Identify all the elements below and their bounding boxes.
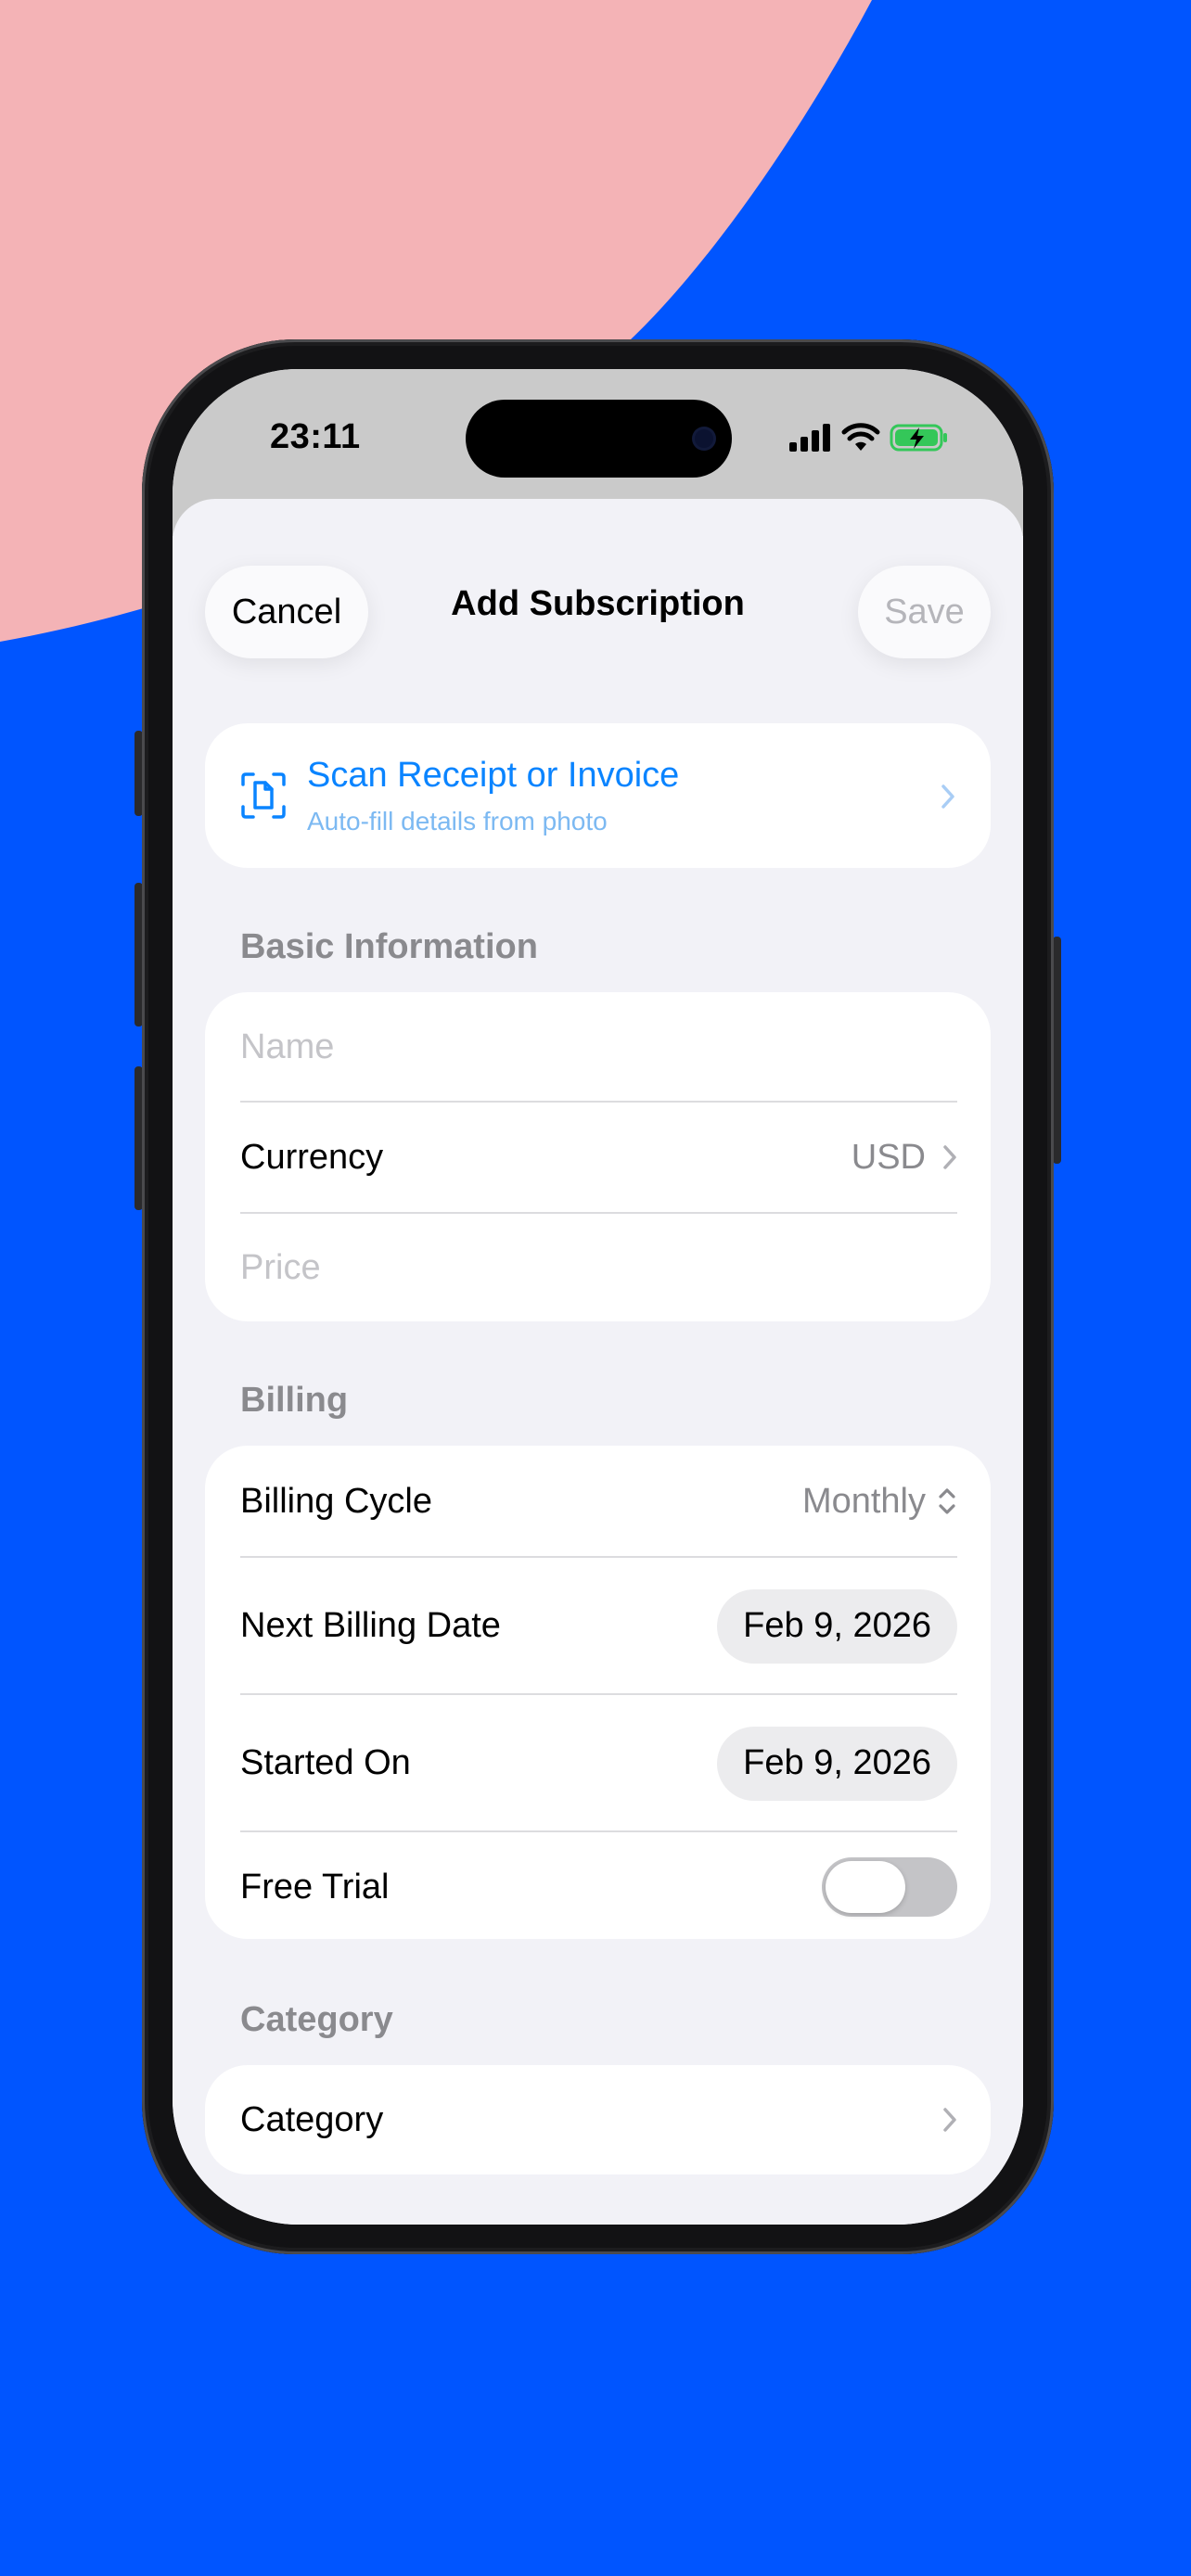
status-time: 23:11: [270, 417, 361, 456]
billing-cycle-row[interactable]: Billing Cycle Monthly: [240, 1446, 957, 1557]
chevron-right-icon: [941, 784, 954, 809]
started-on-row: Started On Feb 9, 2026: [240, 1695, 957, 1831]
category-label: Category: [240, 2099, 384, 2139]
status-icons: [789, 421, 949, 454]
free-trial-row: Free Trial: [240, 1832, 957, 1939]
basic-info-card: Name Currency USD Price: [205, 992, 991, 1321]
next-billing-date-picker[interactable]: Feb 9, 2026: [717, 1588, 957, 1664]
save-button[interactable]: Save: [858, 566, 991, 658]
name-placeholder: Name: [240, 1027, 335, 1066]
phone-frame: 23:11 Cancel Add Subscription Save Scan …: [142, 339, 1054, 2254]
toggle-knob: [826, 1861, 905, 1913]
billing-cycle-value: Monthly: [801, 1481, 926, 1521]
dynamic-island: [466, 400, 732, 478]
save-label: Save: [884, 592, 965, 631]
scan-subtitle: Auto-fill details from photo: [307, 807, 608, 835]
section-header-billing: Billing: [240, 1381, 349, 1420]
currency-row[interactable]: Currency USD: [240, 1103, 957, 1212]
category-row[interactable]: Category: [240, 2065, 957, 2174]
name-field[interactable]: Name: [240, 992, 957, 1102]
free-trial-toggle[interactable]: [822, 1857, 957, 1917]
scan-receipt-card[interactable]: Scan Receipt or Invoice Auto-fill detail…: [205, 723, 991, 868]
category-card: Category: [205, 2065, 991, 2174]
started-on-label: Started On: [240, 1743, 411, 1782]
phone-screen: 23:11 Cancel Add Subscription Save Scan …: [173, 369, 1023, 2225]
camera-icon: [695, 429, 713, 448]
currency-value: USD: [851, 1137, 926, 1177]
next-billing-date-row: Next Billing Date Feb 9, 2026: [240, 1558, 957, 1694]
price-placeholder: Price: [240, 1247, 321, 1287]
section-header-category: Category: [240, 2000, 393, 2039]
next-billing-date-label: Next Billing Date: [240, 1606, 501, 1645]
chevron-up-down-icon: [939, 1488, 955, 1514]
currency-label: Currency: [240, 1137, 384, 1177]
power-button: [1053, 937, 1061, 1164]
wifi-icon: [841, 423, 880, 451]
chevron-right-icon: [943, 2108, 956, 2132]
battery-charging-icon: [890, 424, 947, 452]
section-header-basic: Basic Information: [240, 927, 538, 966]
free-trial-label: Free Trial: [240, 1867, 390, 1906]
cellular-signal-icon: [789, 424, 830, 452]
billing-card: Billing Cycle Monthly Next Billing Date …: [205, 1446, 991, 1939]
scan-title: Scan Receipt or Invoice: [307, 756, 680, 795]
billing-cycle-label: Billing Cycle: [240, 1481, 432, 1521]
document-scan-icon: [241, 772, 286, 819]
price-field[interactable]: Price: [240, 1214, 957, 1321]
started-on-date-picker[interactable]: Feb 9, 2026: [717, 1726, 957, 1801]
chevron-right-icon: [943, 1145, 956, 1169]
